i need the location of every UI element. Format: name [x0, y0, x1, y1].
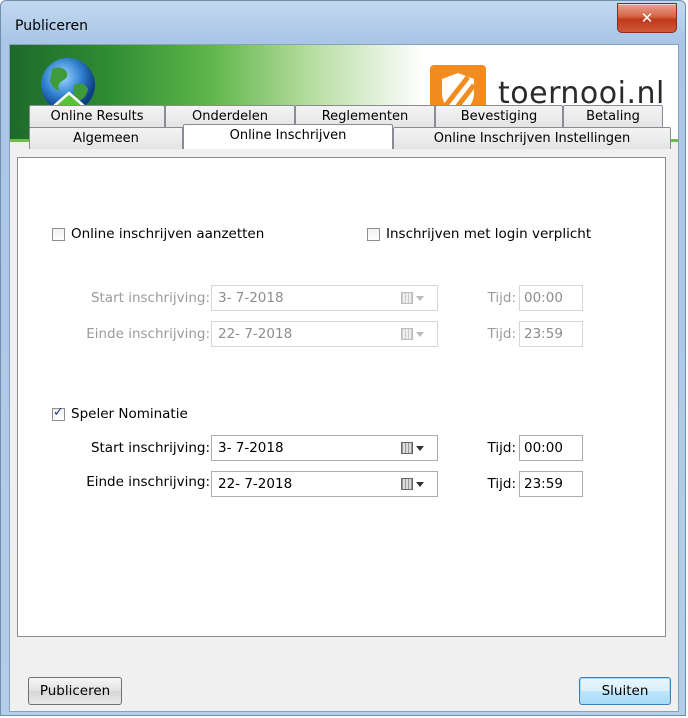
online-end-date-value: 22- 7-2018	[218, 326, 293, 342]
speler-nominatie-label: Speler Nominatie	[71, 406, 188, 422]
nomination-start-date-picker[interactable]: 3- 7-2018	[211, 435, 438, 461]
nomination-end-label: Einde inschrijving:	[86, 474, 210, 490]
enable-online-label: Online inschrijven aanzetten	[71, 226, 265, 242]
login-required-checkbox[interactable]	[367, 227, 380, 241]
tab-panel-online-inschrijven: Online inschrijven aanzetten Inschrijven…	[17, 157, 666, 637]
nomination-end-date-picker[interactable]: 22- 7-2018	[211, 471, 438, 497]
tab-algemeen[interactable]: Algemeen	[29, 127, 183, 149]
tab-betaling[interactable]: Betaling	[563, 105, 663, 127]
tab-bevestiging[interactable]: Bevestiging	[435, 105, 563, 127]
nomination-start-time-label: Tijd:	[487, 440, 516, 456]
nomination-start-time-input[interactable]: 00:00	[519, 435, 583, 461]
title-bar: Publiceren ✕	[1, 1, 685, 41]
nomination-start-label: Start inschrijving:	[90, 440, 210, 456]
publish-dialog: Publiceren ✕ toernooi.nl Online Results …	[0, 0, 686, 716]
online-start-date-value: 3- 7-2018	[218, 290, 284, 306]
speler-nominatie-checkbox-row[interactable]: Speler Nominatie	[52, 405, 188, 422]
tab-online-inschrijven-instellingen[interactable]: Online Inschrijven Instellingen	[393, 127, 671, 149]
tab-online-results[interactable]: Online Results	[29, 105, 165, 127]
nomination-start-date-value: 3- 7-2018	[218, 440, 284, 456]
online-start-date-picker[interactable]: 3- 7-2018	[211, 285, 438, 311]
publish-button[interactable]: Publiceren	[28, 677, 122, 705]
online-start-time-input[interactable]: 00:00	[519, 285, 583, 311]
login-required-checkbox-row[interactable]: Inschrijven met login verplicht	[367, 226, 591, 242]
calendar-dropdown-icon[interactable]	[401, 291, 429, 305]
window-title: Publiceren	[15, 18, 88, 34]
tab-online-inschrijven[interactable]: Online Inschrijven	[183, 124, 393, 149]
login-required-label: Inschrijven met login verplicht	[386, 226, 592, 242]
calendar-dropdown-icon[interactable]	[401, 441, 429, 455]
nomination-end-date-value: 22- 7-2018	[218, 476, 293, 492]
calendar-dropdown-icon[interactable]	[401, 477, 429, 491]
online-end-label: Einde inschrijving:	[86, 326, 210, 342]
close-window-button[interactable]: ✕	[617, 3, 677, 33]
online-end-time-label: Tijd:	[487, 326, 516, 342]
enable-online-checkbox[interactable]	[52, 227, 65, 241]
online-start-label: Start inschrijving:	[90, 290, 210, 306]
calendar-dropdown-icon[interactable]	[401, 327, 429, 341]
online-start-time-label: Tijd:	[487, 290, 516, 306]
speler-nominatie-checkbox[interactable]	[52, 405, 65, 421]
nomination-end-time-input[interactable]: 23:59	[519, 471, 583, 497]
close-button[interactable]: Sluiten	[579, 677, 671, 705]
nomination-end-time-label: Tijd:	[487, 476, 516, 492]
online-end-time-input[interactable]: 23:59	[519, 321, 583, 347]
online-end-date-picker[interactable]: 22- 7-2018	[211, 321, 438, 347]
enable-online-checkbox-row[interactable]: Online inschrijven aanzetten	[52, 226, 264, 242]
